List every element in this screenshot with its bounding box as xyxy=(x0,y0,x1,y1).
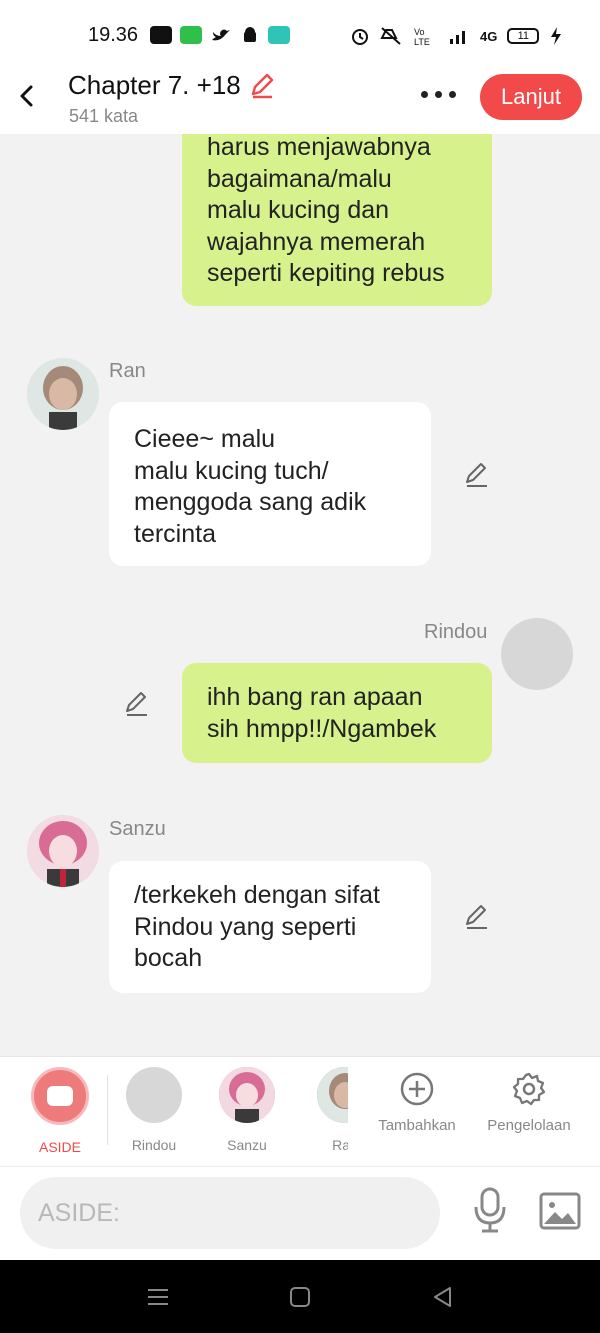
gear-icon xyxy=(512,1072,546,1106)
sanzu-avatar-icon xyxy=(27,815,99,887)
message-bubble[interactable]: harus menjawabnya bagaimana/malu malu ku… xyxy=(182,134,492,306)
character-label: Ran xyxy=(332,1137,348,1153)
back-button[interactable] xyxy=(14,82,42,110)
word-count: 541 kata xyxy=(69,106,139,126)
avatar-rindou[interactable] xyxy=(501,618,573,690)
volte-icon: VoLTE xyxy=(414,27,430,46)
edit-icon[interactable] xyxy=(463,904,491,932)
alarm-icon xyxy=(352,29,368,45)
character-ran[interactable]: Ran xyxy=(308,1067,348,1167)
more-dot-icon xyxy=(420,90,428,98)
more-dot-icon xyxy=(434,90,442,98)
chat-app-icon xyxy=(268,26,290,44)
plus-circle-icon xyxy=(400,1072,434,1106)
sender-name: Ran xyxy=(109,360,146,382)
sanzu-avatar-icon xyxy=(219,1067,275,1123)
sender-name: Sanzu xyxy=(109,818,166,840)
mute-icon xyxy=(380,27,401,45)
next-button[interactable]: Lanjut xyxy=(480,74,582,120)
character-label: Sanzu xyxy=(227,1137,267,1153)
ran-avatar xyxy=(317,1067,348,1123)
chapter-header: Chapter 7. +18 541 kata Lanjut xyxy=(0,66,600,134)
divider xyxy=(107,1075,108,1145)
character-rindou[interactable]: Rindou xyxy=(122,1067,186,1153)
avatar-ran[interactable] xyxy=(27,358,99,430)
chat-area[interactable]: harus menjawabnya bagaimana/malu malu ku… xyxy=(0,134,600,1056)
ran-avatar-icon xyxy=(317,1067,348,1123)
avatar-sanzu[interactable] xyxy=(27,815,99,887)
status-bar: 19.36 Vo LTE 4G 11 xyxy=(0,0,600,66)
character-selector: ASIDE Rindou Sanzu Ran xyxy=(0,1056,600,1166)
manage-label: Pengelolaan xyxy=(487,1117,571,1134)
svg-text:LTE: LTE xyxy=(414,37,430,46)
status-indicators: Vo LTE 4G 11 xyxy=(350,26,563,46)
aside-icon xyxy=(31,1067,89,1125)
ran-avatar-icon xyxy=(27,358,99,430)
sanzu-avatar xyxy=(219,1067,275,1123)
more-options-button[interactable] xyxy=(418,84,458,104)
character-label: Rindou xyxy=(131,1137,177,1153)
message-bubble[interactable]: /terkekeh dengan sifat Rindou yang seper… xyxy=(109,861,431,993)
home-icon[interactable] xyxy=(287,1284,313,1310)
signal-icon xyxy=(450,31,465,44)
add-label: Tambahkan xyxy=(378,1117,456,1134)
back-nav-icon[interactable] xyxy=(430,1284,456,1310)
message-bubble[interactable]: Cieee~ malu malu kucing tuch/ menggoda s… xyxy=(109,402,431,566)
character-ran-item: Ran xyxy=(313,1067,348,1153)
youtube-icon xyxy=(150,26,172,44)
more-dot-icon xyxy=(448,90,456,98)
character-aside[interactable]: ASIDE xyxy=(26,1067,94,1155)
edit-icon[interactable] xyxy=(123,691,151,719)
app-icon xyxy=(180,26,202,44)
battery-indicator: 11 xyxy=(507,28,540,44)
sender-name: Rindou xyxy=(424,621,488,643)
image-button[interactable] xyxy=(538,1191,582,1231)
charging-icon xyxy=(551,27,562,45)
menu-icon[interactable] xyxy=(145,1284,171,1310)
edit-icon[interactable] xyxy=(463,462,491,490)
composer xyxy=(0,1166,600,1260)
character-label: ASIDE xyxy=(38,1139,81,1155)
edit-title-icon[interactable] xyxy=(248,72,276,100)
status-time: 19.36 xyxy=(88,24,139,46)
microphone-button[interactable] xyxy=(470,1185,510,1235)
chapter-title: Chapter 7. +18 xyxy=(68,70,241,100)
character-sanzu[interactable]: Sanzu xyxy=(215,1067,279,1153)
android-icon xyxy=(244,27,256,42)
network-type: 4G xyxy=(480,28,498,44)
rindou-avatar xyxy=(126,1067,182,1123)
message-input[interactable] xyxy=(20,1177,440,1249)
status-app-icons xyxy=(150,26,290,44)
system-nav-bar xyxy=(0,1260,600,1333)
message-bubble[interactable]: ihh bang ran apaan sih hmpp!!/Ngambek xyxy=(182,663,492,763)
manage-characters-button[interactable]: Pengelolaan xyxy=(480,1067,578,1134)
svg-text:Vo: Vo xyxy=(414,27,425,37)
twitter-icon xyxy=(212,29,230,41)
add-character-button[interactable]: Tambahkan xyxy=(366,1067,468,1134)
